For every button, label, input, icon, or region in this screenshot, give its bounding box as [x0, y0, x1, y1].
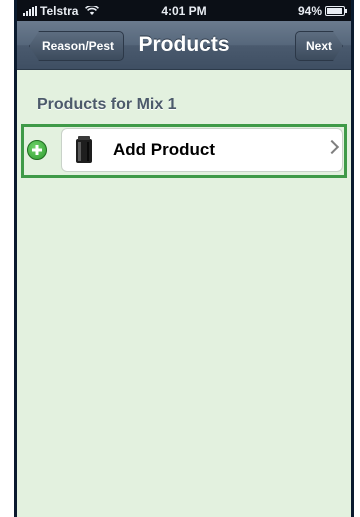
device-frame: Telstra 4:01 PM 94% Reason/Pest Products…: [14, 0, 354, 517]
battery-icon: [325, 6, 347, 16]
add-circle-icon[interactable]: [27, 140, 47, 160]
status-right: 94%: [297, 4, 347, 18]
status-bar: Telstra 4:01 PM 94%: [17, 0, 351, 21]
list-item-label: Add Product: [113, 140, 215, 159]
next-button[interactable]: Next: [295, 31, 343, 61]
battery-percent: 94%: [297, 4, 322, 18]
app-screen: Telstra 4:01 PM 94% Reason/Pest Products…: [17, 0, 351, 517]
product-container-icon: [76, 136, 92, 163]
section-header: Products for Mix 1: [37, 96, 177, 113]
navigation-bar: Reason/Pest Products Next: [17, 21, 351, 70]
